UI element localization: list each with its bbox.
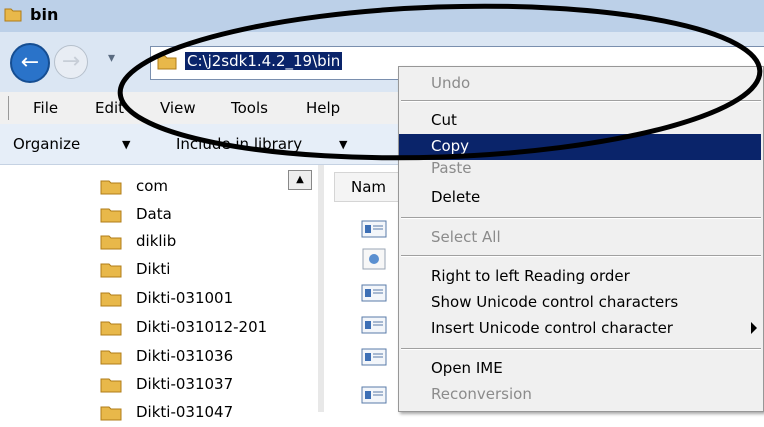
menu-item-show-unicode[interactable]: Show Unicode control characters: [399, 290, 761, 316]
navigation-tree: com Data diklib Dikti Dikti-031001 Dikti…: [0, 165, 318, 421]
menu-item-paste[interactable]: Paste: [399, 159, 761, 180]
column-header-label: Nam: [351, 178, 387, 196]
back-arrow-icon: ←: [20, 50, 40, 75]
menu-view[interactable]: View: [160, 99, 196, 117]
forward-arrow-icon: →: [61, 49, 81, 74]
folder-icon: [100, 235, 122, 250]
file-icon[interactable]: [360, 314, 388, 336]
include-in-library-button[interactable]: Include in library: [176, 135, 302, 153]
folder-icon: [157, 55, 177, 70]
include-dropdown-icon[interactable]: ▼: [339, 138, 347, 151]
file-icon[interactable]: [360, 384, 388, 406]
menu-item-label: Cut: [431, 111, 457, 129]
menu-file[interactable]: File: [33, 99, 58, 117]
menu-item-label: Delete: [431, 188, 481, 206]
menu-item-label: Paste: [431, 159, 472, 177]
menu-item-label: Right to left Reading order: [431, 267, 630, 285]
menu-edit[interactable]: Edit: [95, 99, 124, 117]
tree-item-label: Dikti-031012-201: [136, 318, 268, 336]
folder-icon: [100, 180, 122, 195]
menu-item-rtl-reading-order[interactable]: Right to left Reading order: [399, 264, 761, 290]
folder-icon: [100, 292, 122, 307]
folder-icon: [100, 263, 122, 278]
menu-item-reconversion[interactable]: Reconversion: [399, 382, 761, 408]
submenu-arrow-icon: [751, 322, 757, 334]
organize-dropdown-icon[interactable]: ▼: [122, 138, 130, 151]
tree-item-label: Dikti-031036: [136, 347, 234, 365]
menu-item-label: Reconversion: [431, 385, 532, 403]
folder-icon: [4, 8, 22, 22]
menu-item-label: Undo: [431, 74, 471, 92]
menu-divider: [8, 96, 9, 120]
file-icon[interactable]: [360, 346, 388, 368]
context-menu: Undo Cut Copy Paste Delete Select All Ri…: [398, 66, 764, 412]
tree-item-label: Data: [136, 205, 172, 223]
file-icon[interactable]: [360, 218, 388, 240]
menu-separator: [401, 217, 761, 219]
folder-icon: [100, 321, 122, 336]
tree-item-label: com: [136, 177, 169, 195]
scroll-up-arrow-icon[interactable]: ▲: [288, 170, 312, 190]
tree-item-label: diklib: [136, 232, 177, 250]
folder-icon: [100, 406, 122, 421]
tree-item-label: Dikti: [136, 260, 171, 278]
tree-item-label: Dikti-031037: [136, 375, 234, 393]
folder-icon: [100, 350, 122, 365]
column-header-name[interactable]: Nam: [334, 172, 404, 202]
menu-item-label: Open IME: [431, 359, 503, 377]
menu-item-label: Insert Unicode control character: [431, 319, 673, 337]
menu-separator: [401, 348, 761, 350]
menu-item-insert-unicode[interactable]: Insert Unicode control character: [399, 316, 761, 342]
window-title: bin: [30, 5, 59, 24]
menu-item-undo[interactable]: Undo: [399, 71, 761, 97]
recent-pages-chevron-icon[interactable]: ▾: [108, 50, 115, 66]
menu-item-open-ime[interactable]: Open IME: [399, 356, 761, 382]
forward-button[interactable]: →: [54, 45, 88, 79]
organize-button[interactable]: Organize: [13, 135, 80, 153]
menu-separator: [401, 100, 761, 102]
menu-item-label: Copy: [431, 137, 470, 155]
menu-item-label: Show Unicode control characters: [431, 293, 679, 311]
folder-icon: [100, 378, 122, 393]
folder-icon: [100, 208, 122, 223]
menu-separator: [401, 255, 761, 257]
menu-item-cut[interactable]: Cut: [399, 108, 761, 134]
title-bar: bin: [0, 0, 764, 32]
menu-help[interactable]: Help: [306, 99, 340, 117]
menu-item-select-all[interactable]: Select All: [399, 225, 761, 251]
back-button[interactable]: ←: [10, 43, 50, 83]
tree-item-label: Dikti-031001: [136, 289, 234, 307]
menu-item-copy[interactable]: Copy: [399, 134, 761, 160]
address-path-text[interactable]: C:\j2sdk1.4.2_19\bin: [185, 52, 343, 70]
file-icon[interactable]: [360, 248, 388, 270]
menu-item-label: Select All: [431, 228, 501, 246]
file-icon[interactable]: [360, 282, 388, 304]
tree-item-label: Dikti-031047: [136, 403, 234, 421]
menu-tools[interactable]: Tools: [231, 99, 268, 117]
menu-item-delete[interactable]: Delete: [399, 185, 761, 211]
